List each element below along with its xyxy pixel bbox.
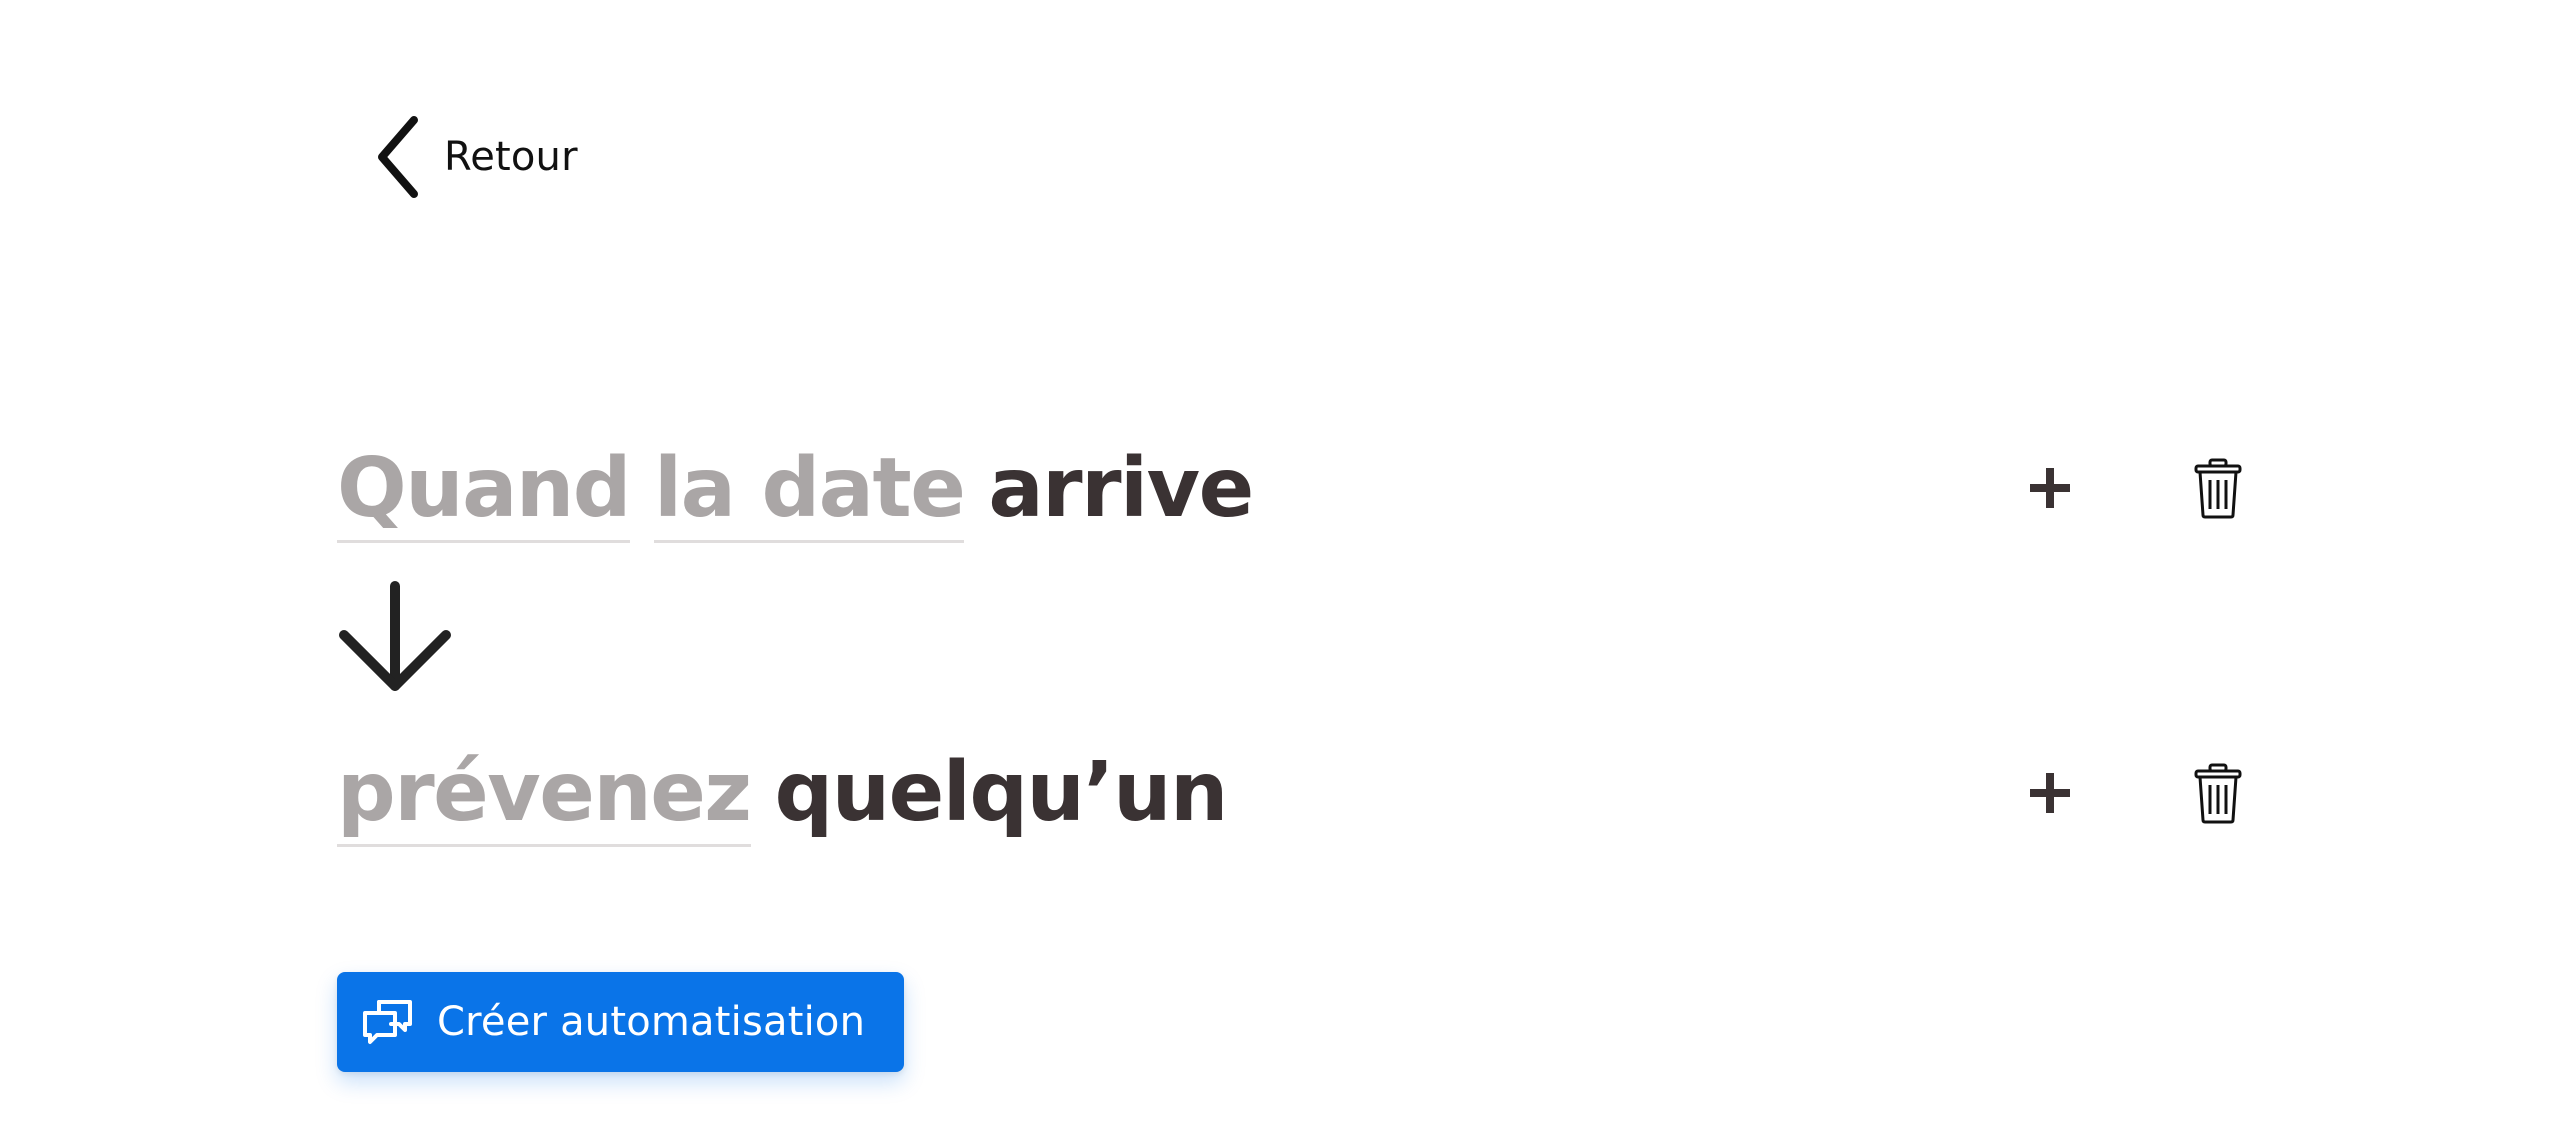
- create-automation-label: Créer automatisation: [437, 999, 866, 1045]
- add-trigger-button[interactable]: [2022, 460, 2078, 516]
- plus-icon: [2030, 468, 2070, 508]
- plus-icon: [2030, 773, 2070, 813]
- trash-icon: [2194, 763, 2242, 824]
- back-label: Retour: [444, 134, 578, 180]
- action-sentence: prévenez quelqu’un: [337, 745, 1229, 847]
- trigger-verb: arrive: [988, 441, 1254, 536]
- trigger-field-select[interactable]: la date: [654, 448, 966, 543]
- delete-action-button[interactable]: [2188, 760, 2248, 826]
- action-object: quelqu’un: [774, 745, 1229, 840]
- chevron-left-icon: [378, 116, 418, 198]
- trigger-sentence: Quand la date arrive: [337, 441, 1254, 543]
- chat-bubbles-icon: [363, 1000, 412, 1044]
- create-automation-button[interactable]: Créer automatisation: [337, 972, 904, 1072]
- trash-icon: [2194, 458, 2242, 519]
- back-button[interactable]: Retour: [372, 112, 578, 202]
- add-action-button[interactable]: [2022, 765, 2078, 821]
- trigger-subject-select[interactable]: Quand: [337, 448, 632, 543]
- action-verb-select[interactable]: prévenez: [337, 752, 752, 847]
- flow-arrow: [336, 578, 454, 701]
- arrow-down-icon: [339, 581, 451, 691]
- delete-trigger-button[interactable]: [2188, 455, 2248, 521]
